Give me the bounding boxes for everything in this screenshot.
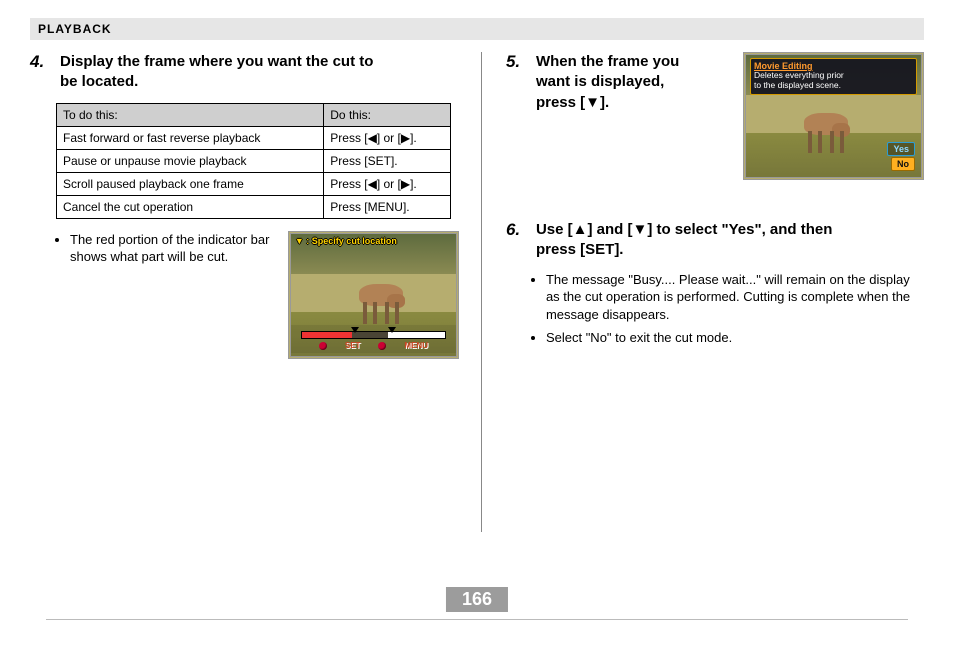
marker-icon [388,327,396,333]
table-row: Scroll paused playback one frame Press [… [57,172,451,195]
footer-rule [46,619,908,620]
table-header-row: To do this: Do this: [57,103,451,126]
osd-button-row: SET MENU [297,340,450,352]
table-cell: Fast forward or fast reverse playback [57,126,324,149]
table-cell: Cancel the cut operation [57,195,324,218]
step6-bullets: The message "Busy.... Please wait..." wi… [546,271,924,347]
osd-set-label: SET [345,341,361,350]
step-number: 6. [506,220,526,261]
table-cell: Press [◀] or [▶]. [324,126,450,149]
overlay-label: ▼ : Specify cut location [295,236,397,246]
table-header: To do this: [57,103,324,126]
table-cell: Press [SET]. [324,149,450,172]
table-row: Cancel the cut operation Press [MENU]. [57,195,451,218]
note-with-image: The red portion of the indicator bar sho… [30,231,459,359]
table-header: Do this: [324,103,450,126]
step-6: 6. Use [▲] and [▼] to select "Yes", and … [506,220,924,261]
timeline-area: SET MENU [291,325,456,353]
marker-icon [351,327,359,333]
note-list: The red portion of the indicator bar sho… [70,231,276,272]
note-text: The red portion of the indicator bar sho… [70,231,276,266]
osd-dot-icon [378,342,386,350]
step-number: 5. [506,52,526,113]
step-5: 5. When the frame you want is displayed,… [506,52,729,113]
confirm-no: No [891,157,915,171]
scene-deer [794,101,856,153]
left-column: 4. Display the frame where you want the … [30,52,473,532]
screenshot-confirm-dialog: Movie Editing Deletes everything prior t… [743,52,924,180]
osd-dot-icon [319,342,327,350]
table-cell: Pause or unpause movie playback [57,149,324,172]
timeline-bar [301,331,446,339]
table-row: Pause or unpause movie playback Press [S… [57,149,451,172]
scene-deer [349,272,411,324]
controls-table: To do this: Do this: Fast forward or fas… [56,103,451,219]
table-cell: Scroll paused playback one frame [57,172,324,195]
confirm-options: Yes No [887,142,915,171]
page-number-badge: 166 [446,587,508,612]
table-cell: Press [◀] or [▶]. [324,172,450,195]
confirm-message: Deletes everything prior to the displaye… [754,71,913,91]
step-text: Use [▲] and [▼] to select "Yes", and the… [536,220,832,261]
table-cell: Press [MENU]. [324,195,450,218]
screenshot-specify-cut: ▼ : Specify cut location SET MEN [288,231,459,359]
confirm-dialog: Movie Editing Deletes everything prior t… [750,58,917,95]
timeline-red-portion [302,332,352,338]
step-text: When the frame you want is displayed, pr… [536,52,679,113]
osd-menu-label: MENU [404,341,428,350]
step-number: 4. [30,52,50,93]
step-4: 4. Display the frame where you want the … [30,52,459,93]
right-column: 5. When the frame you want is displayed,… [481,52,924,532]
bullet-text: The message "Busy.... Please wait..." wi… [546,271,924,324]
bullet-text: Select "No" to exit the cut mode. [546,329,924,347]
section-header: PLAYBACK [30,18,924,40]
table-row: Fast forward or fast reverse playback Pr… [57,126,451,149]
step-text: Display the frame where you want the cut… [60,52,373,93]
confirm-yes: Yes [887,142,915,156]
two-column-layout: 4. Display the frame where you want the … [30,52,924,532]
